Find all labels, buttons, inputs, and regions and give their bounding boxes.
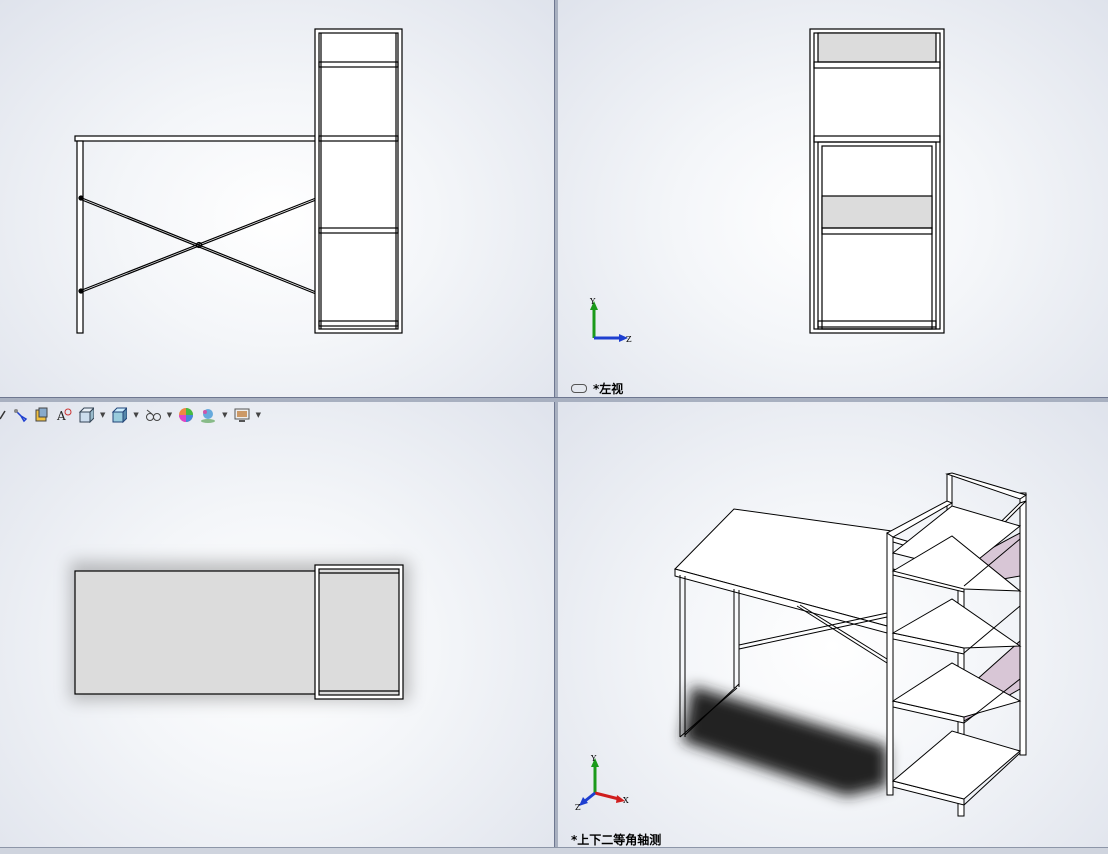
viewport-left-view[interactable]: Y Z *左视: [557, 0, 1108, 397]
horizontal-splitter[interactable]: [0, 397, 1108, 402]
viewport-top-view[interactable]: A ▼ ▼ ▼ ▼ ▼: [0, 401, 554, 847]
link-icon: [571, 384, 587, 393]
view-name-text: *左视: [593, 382, 624, 396]
y-axis-label: Y: [590, 754, 597, 763]
x-axis-label: X: [623, 796, 629, 805]
axis-triad: Y Z: [589, 297, 632, 344]
desk-top-view: [70, 561, 410, 701]
vertical-splitter[interactable]: [554, 0, 558, 853]
view-name-label: *左视: [571, 380, 623, 397]
z-axis-label: Z: [626, 335, 632, 344]
desk-left-view: [809, 28, 945, 334]
viewport-front[interactable]: [0, 0, 554, 397]
z-axis-label: Z: [575, 803, 581, 811]
viewport-isometric[interactable]: Y X Z *上下二等角轴测: [557, 401, 1108, 847]
desk-isometric-view: [674, 472, 1028, 817]
axis-triad-isometric: Y X Z: [575, 754, 629, 811]
y-axis-label: Y: [589, 297, 596, 306]
desk-front-view: [74, 28, 403, 334]
view-name-label: *上下二等角轴测: [571, 833, 662, 847]
